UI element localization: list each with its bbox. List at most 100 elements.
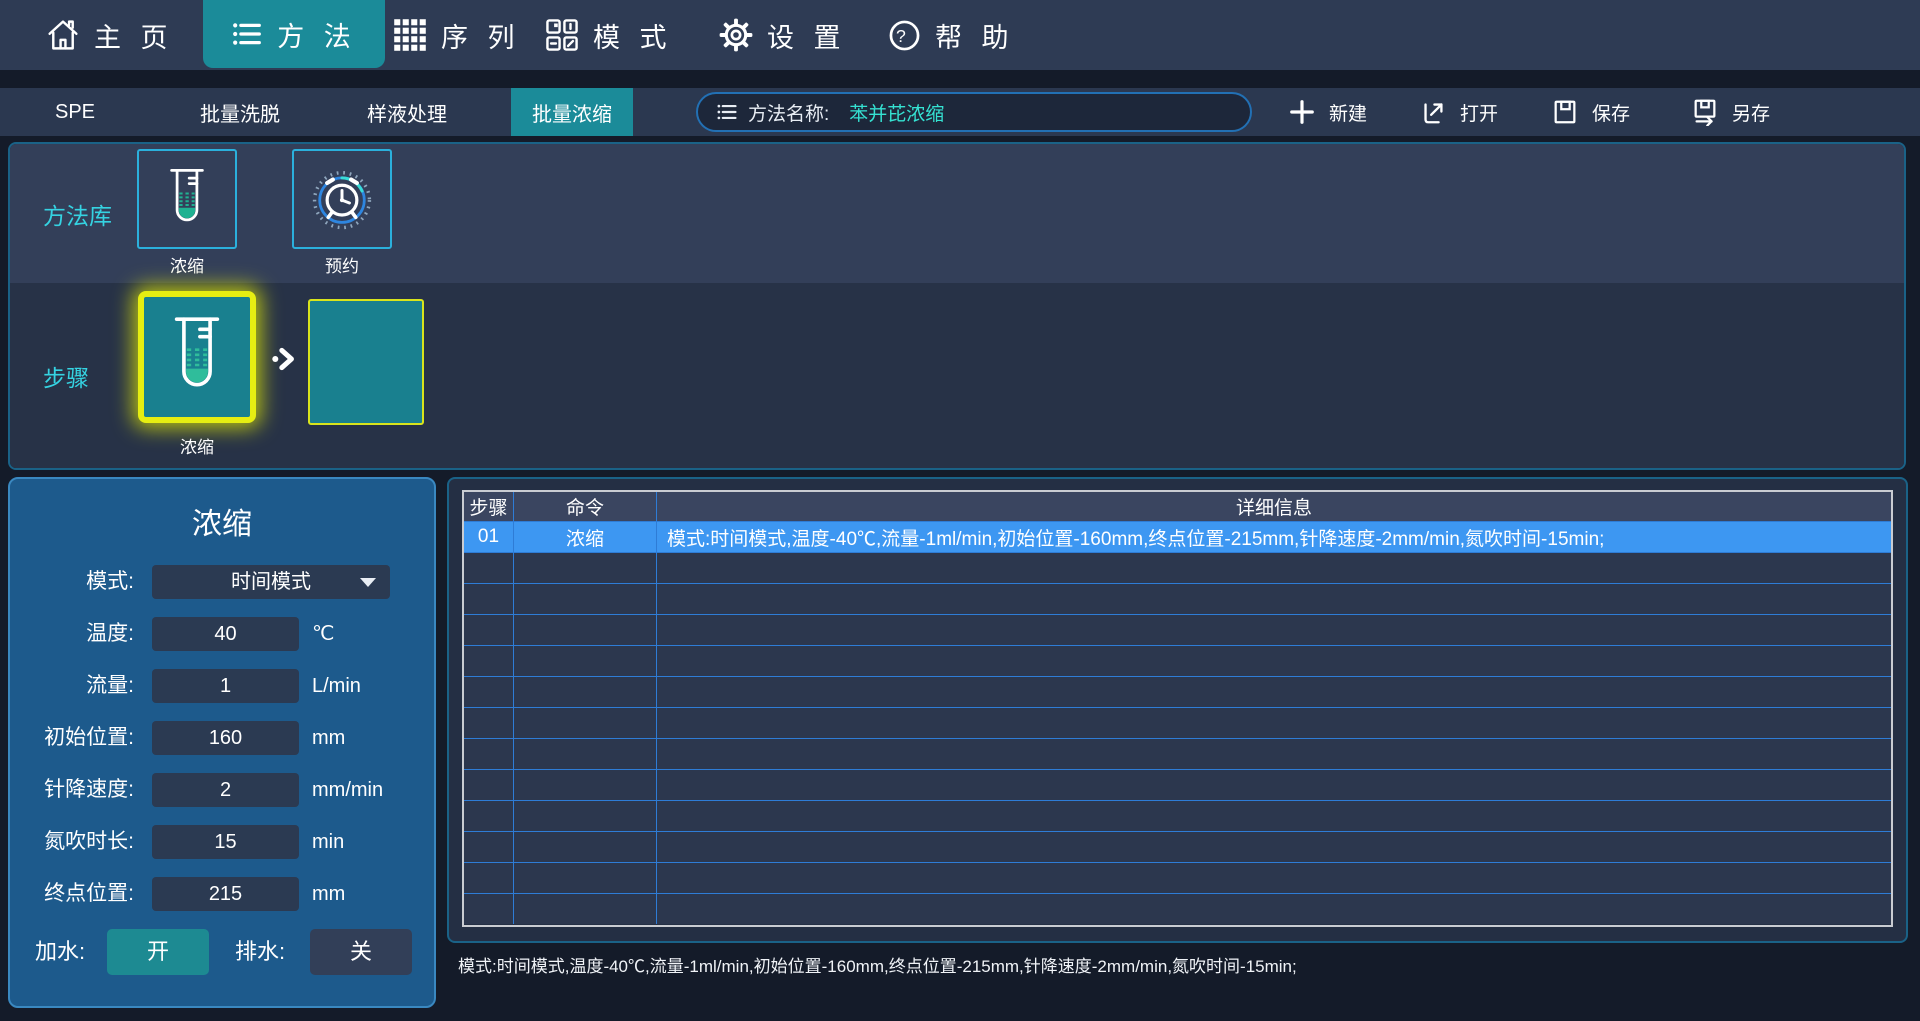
save-as-button[interactable]: 另存 (1691, 88, 1770, 136)
field-row-needle-speed: 针降速度: 2 mm/min (10, 773, 434, 807)
nav-label: 设 置 (767, 16, 847, 55)
test-tube-icon (158, 166, 216, 232)
cell-command (514, 584, 657, 614)
table-row-empty[interactable] (464, 738, 1891, 769)
table-row-empty[interactable] (464, 769, 1891, 800)
field-label: 初始位置: (10, 721, 134, 755)
cell-detail (657, 770, 1891, 800)
table-row-empty[interactable] (464, 831, 1891, 862)
plus-icon (1288, 98, 1316, 126)
library-item-schedule[interactable] (292, 149, 392, 249)
table-row-empty[interactable] (464, 707, 1891, 738)
nav-item-sequence[interactable]: 序 列 (393, 0, 521, 70)
cell-detail (657, 708, 1891, 738)
table-row-empty[interactable] (464, 800, 1891, 831)
nav-item-home[interactable]: 主 页 (46, 0, 174, 70)
step-summary-text: 模式:时间模式,温度-40℃,流量-1ml/min,初始位置-160mm,终点位… (458, 952, 1297, 977)
field-row-end-position: 终点位置: 215 mm (10, 877, 434, 911)
field-row-mode: 模式: 时间模式 (10, 565, 434, 599)
step-slot-empty[interactable] (308, 299, 424, 425)
column-header-command: 命令 (514, 492, 657, 521)
tab-label: 批量浓缩 (532, 98, 612, 127)
drain-toggle[interactable]: 关 (310, 929, 412, 975)
nav-item-method[interactable]: 方 法 (203, 0, 385, 68)
cell-detail: 模式:时间模式,温度-40℃,流量-1ml/min,初始位置-160mm,终点位… (657, 522, 1891, 552)
cell-step (464, 739, 514, 769)
field-row-nitrogen-time: 氮吹时长: 15 min (10, 825, 434, 859)
table-row-empty[interactable] (464, 614, 1891, 645)
nitrogen-time-input[interactable]: 15 (152, 825, 299, 859)
list-icon (716, 101, 738, 123)
open-button[interactable]: 打开 (1419, 88, 1498, 136)
method-list-icon (231, 18, 263, 50)
new-label: 新建 (1329, 99, 1367, 126)
nav-item-settings[interactable]: 设 置 (719, 0, 847, 70)
alarm-clock-icon (310, 167, 374, 231)
field-unit: mm/min (312, 773, 383, 807)
cell-detail (657, 832, 1891, 862)
table-row-empty[interactable] (464, 645, 1891, 676)
table-row-empty[interactable] (464, 552, 1891, 583)
save-icon (1551, 98, 1579, 126)
add-water-toggle[interactable]: 开 (107, 929, 209, 975)
mode-select[interactable]: 时间模式 (152, 565, 390, 599)
top-nav: 主 页 方 法 序 列 (0, 0, 1920, 70)
cell-step: 01 (464, 522, 514, 552)
field-row-initial-position: 初始位置: 160 mm (10, 721, 434, 755)
library-item-label: 预约 (290, 252, 394, 277)
cell-detail (657, 615, 1891, 645)
cell-command: 浓缩 (514, 522, 657, 552)
nav-label: 序 列 (441, 16, 521, 55)
step-card-label: 浓缩 (138, 433, 256, 458)
tab-label: 样液处理 (367, 98, 447, 127)
sequence-grid-icon (393, 18, 427, 52)
table-row[interactable]: 01 浓缩 模式:时间模式,温度-40℃,流量-1ml/min,初始位置-160… (464, 521, 1891, 552)
add-water-label: 加水: (35, 929, 85, 975)
table-row-empty[interactable] (464, 862, 1891, 893)
tab-batch-elution[interactable]: 批量洗脱 (165, 88, 315, 136)
cell-detail (657, 801, 1891, 831)
column-header-detail: 详细信息 (657, 492, 1891, 521)
step-card-concentrate[interactable] (138, 291, 256, 423)
cell-step (464, 615, 514, 645)
nav-item-mode[interactable]: 模 式 (545, 0, 673, 70)
column-header-step: 步骤 (464, 492, 514, 521)
cell-detail (657, 894, 1891, 924)
steps-section: 步骤 浓缩 (10, 283, 1904, 468)
steps-label: 步骤 (43, 283, 89, 468)
cell-detail (657, 863, 1891, 893)
tab-spe[interactable]: SPE (25, 88, 125, 136)
cell-detail (657, 584, 1891, 614)
method-name-value[interactable]: 苯并芘浓缩 (849, 99, 944, 126)
save-label: 保存 (1592, 99, 1630, 126)
save-as-label: 另存 (1732, 99, 1770, 126)
table-row-empty[interactable] (464, 676, 1891, 707)
svg-text:?: ? (896, 25, 913, 45)
tab-sample-processing[interactable]: 样液处理 (332, 88, 482, 136)
needle-speed-input[interactable]: 2 (152, 773, 299, 807)
flow-input[interactable]: 1 (152, 669, 299, 703)
cell-detail (657, 677, 1891, 707)
cell-command (514, 770, 657, 800)
gear-icon (719, 18, 753, 52)
end-position-input[interactable]: 215 (152, 877, 299, 911)
cell-step (464, 832, 514, 862)
table-row-empty[interactable] (464, 893, 1891, 924)
table-row-empty[interactable] (464, 583, 1891, 614)
field-unit: mm (312, 721, 345, 755)
temperature-input[interactable]: 40 (152, 617, 299, 651)
step-table-panel: 步骤 命令 详细信息 01 浓缩 模式:时间模式,温度-40℃,流量-1ml/m… (447, 477, 1908, 943)
initial-position-input[interactable]: 160 (152, 721, 299, 755)
cell-command (514, 615, 657, 645)
field-label: 针降速度: (10, 773, 134, 807)
tab-batch-concentration[interactable]: 批量浓缩 (511, 88, 633, 136)
field-label: 流量: (10, 669, 134, 703)
new-button[interactable]: 新建 (1288, 88, 1367, 136)
drain-label: 排水: (235, 929, 285, 975)
library-item-label: 浓缩 (135, 252, 239, 277)
library-item-concentrate[interactable] (137, 149, 237, 249)
save-button[interactable]: 保存 (1551, 88, 1630, 136)
nav-item-help[interactable]: ? 帮 助 (888, 0, 1015, 70)
field-label: 模式: (10, 565, 134, 599)
method-name-field[interactable]: 方法名称: 苯并芘浓缩 (696, 92, 1252, 132)
